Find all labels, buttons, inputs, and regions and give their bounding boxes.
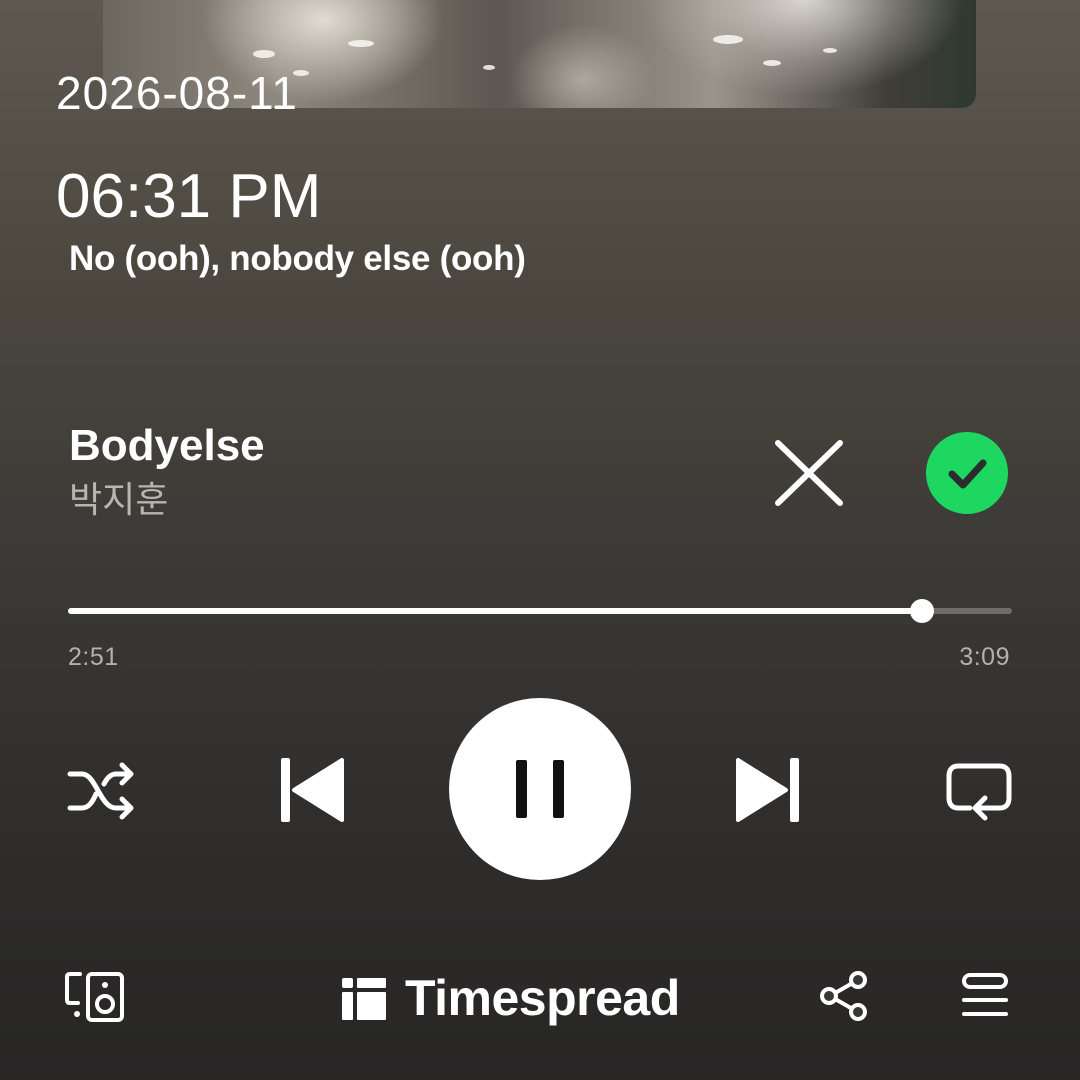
timespread-logo-icon (342, 978, 386, 1020)
status-date: 2026-08-11 (56, 67, 298, 119)
lyric-line[interactable]: No (ooh), nobody else (ooh) (69, 238, 526, 280)
queue-button[interactable] (960, 972, 1010, 1020)
saved-button[interactable] (926, 432, 1008, 514)
track-artist[interactable]: 박지훈 (69, 478, 168, 522)
skip-next-icon (736, 758, 799, 822)
close-icon (775, 440, 843, 506)
connect-devices-icon (65, 972, 124, 1022)
shuffle-icon (67, 762, 134, 820)
track-title[interactable]: Bodyelse (69, 420, 265, 472)
status-time: 06:31 PM (56, 162, 322, 231)
pause-icon (516, 760, 564, 818)
brand-name: Timespread (405, 970, 680, 1026)
dismiss-button[interactable] (772, 438, 846, 508)
progress-bar[interactable] (68, 599, 1012, 623)
elapsed-time: 2:51 (68, 643, 119, 671)
repeat-icon (946, 763, 1012, 821)
shuffle-button[interactable] (66, 760, 138, 822)
share-button[interactable] (818, 970, 870, 1022)
repeat-button[interactable] (944, 758, 1014, 824)
brand-logo: Timespread (341, 968, 680, 1028)
progress-knob[interactable] (910, 599, 935, 623)
check-circle-icon (948, 459, 987, 489)
skip-previous-icon (281, 758, 344, 822)
queue-icon (962, 973, 1008, 1016)
play-pause-button[interactable] (449, 698, 631, 880)
total-duration: 3:09 (959, 643, 1010, 671)
previous-button[interactable] (278, 755, 346, 825)
next-button[interactable] (734, 755, 802, 825)
connect-devices-button[interactable] (64, 970, 126, 1024)
progress-fill (68, 608, 923, 614)
share-icon (820, 971, 867, 1021)
